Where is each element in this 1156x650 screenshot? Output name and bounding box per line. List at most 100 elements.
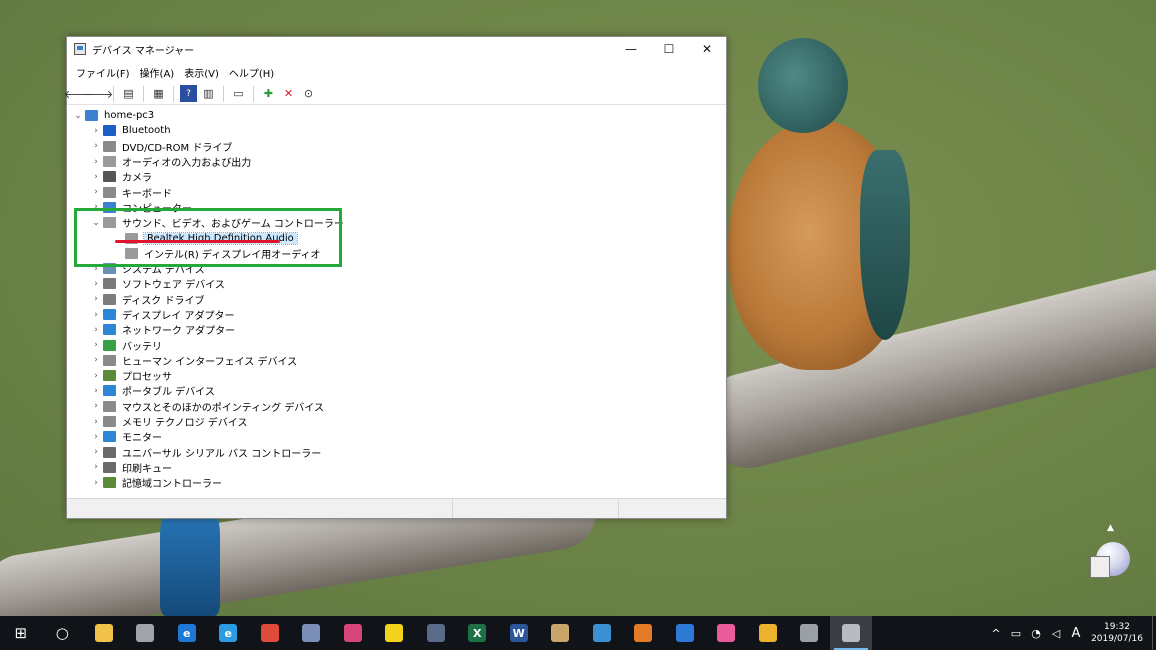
taskbar-button[interactable]: ⊞ [0,616,42,650]
tree-item[interactable]: › キーボード [67,184,726,200]
taskbar-button[interactable]: W [498,616,540,650]
taskbar-button[interactable] [830,616,872,650]
tree-item[interactable]: › 印刷キュー [67,460,726,475]
expand-arrow-icon[interactable]: › [89,478,103,488]
tree-item[interactable]: › マウスとそのほかのポインティング デバイス [67,399,726,414]
expand-arrow-icon[interactable]: › [89,172,103,182]
device-manager-icon [800,624,819,642]
toolbar-separator [173,85,174,102]
device-manager-window: デバイス マネージャー — ☐ ✕ ファイル(F) 操作(A) 表示(V) ヘル… [64,36,727,519]
tree-item[interactable]: › ディスプレイ アダプター [67,307,726,322]
control-panel-icon [592,624,611,642]
download-icon[interactable]: ⊙ [300,85,317,102]
tree-item[interactable]: › 記憶域コントローラー [67,475,726,490]
expand-arrow-icon[interactable]: › [89,187,103,197]
clock[interactable]: 19:32 2019/07/16 [1086,621,1148,645]
taskbar-button[interactable]: ○ [42,616,84,650]
show-desktop-button[interactable] [1152,616,1156,650]
expand-arrow-icon[interactable]: › [89,325,103,335]
expand-arrow-icon[interactable]: › [89,126,103,136]
taskbar-apps: ⊞ ○ e e X W [0,616,872,650]
taskbar-button[interactable] [623,616,665,650]
properties-icon[interactable]: ▤ [120,85,137,102]
tree-item[interactable]: › オーディオの入力および出力 [67,154,726,169]
tree-item-label: ディスク ドライブ [122,295,205,307]
camera-icon [103,171,116,183]
tree-item[interactable]: › ディスク ドライブ [67,292,726,307]
tree-item[interactable]: › プロセッサ [67,368,726,383]
expand-arrow-icon[interactable]: › [89,279,103,289]
tree-item[interactable]: › ユニバーサル シリアル バス コントローラー [67,445,726,460]
uninstall-icon[interactable]: ✕ [280,85,297,102]
add-driver-icon[interactable]: ✚ [260,85,277,102]
taskbar-button[interactable]: e [166,616,208,650]
edge-icon: e [177,624,196,642]
toolbar: 🡐 🡒 ▤ ▦ ? ▥ ▭ ✚ ✕ ⊙ [64,83,726,105]
taskbar-button[interactable] [83,616,125,650]
taskbar-button[interactable] [415,616,457,650]
tree-item[interactable]: › モニター [67,429,726,444]
menu-action[interactable]: 操作(A) [135,65,180,80]
highlight-box [74,208,342,267]
tree-item-label: ディスプレイ アダプター [122,311,235,322]
minimize-button[interactable]: — [612,37,650,61]
expand-arrow-icon[interactable]: › [89,141,103,151]
wifi-icon[interactable]: ◔ [1026,627,1046,640]
expand-arrow-icon[interactable]: › [89,355,103,365]
expand-arrow-icon[interactable]: › [89,401,103,411]
ime-indicator[interactable]: A [1066,626,1086,641]
expand-arrow-icon[interactable]: › [89,432,103,442]
expand-arrow-icon[interactable]: › [89,447,103,457]
details-icon[interactable]: ▥ [200,85,217,102]
expand-arrow-icon[interactable]: › [89,386,103,396]
battery-icon[interactable]: ▭ [1006,627,1026,640]
tree-item[interactable]: › バッテリ [67,337,726,353]
taskbar-button[interactable] [581,616,623,650]
monitor-scan-icon[interactable]: ▭ [230,85,247,102]
taskbar-button[interactable] [706,616,748,650]
taskbar-button[interactable] [664,616,706,650]
taskbar-button[interactable] [789,616,831,650]
tree-item[interactable]: › ヒューマン インターフェイス デバイス [67,353,726,368]
taskbar-button[interactable]: X [457,616,499,650]
expand-arrow-icon[interactable]: › [89,310,103,320]
taskbar-button[interactable] [540,616,582,650]
taskbar-button[interactable]: e [208,616,250,650]
taskbar-button[interactable] [374,616,416,650]
tree-item[interactable]: ⌄ home-pc3 [67,108,726,123]
taskbar-button[interactable] [291,616,333,650]
maximize-button[interactable]: ☐ [650,37,688,61]
taskbar-button[interactable] [747,616,789,650]
collapse-arrow-icon[interactable]: ⌄ [71,111,85,121]
desktop-shortcut-icon[interactable] [1090,538,1134,582]
volume-icon[interactable]: ◁ [1046,627,1066,640]
tray-chevron-icon[interactable]: ^ [986,627,1006,640]
menu-file[interactable]: ファイル(F) [71,65,135,80]
close-button[interactable]: ✕ [688,37,726,61]
taskbar-button[interactable] [332,616,374,650]
tree-item[interactable]: › ポータブル デバイス [67,383,726,398]
expand-arrow-icon[interactable]: › [89,371,103,381]
expand-arrow-icon[interactable]: › [89,417,103,427]
tree-item[interactable]: › DVD/CD-ROM ドライブ [67,139,726,154]
chrome-icon [260,624,279,642]
expand-arrow-icon[interactable]: › [89,157,103,167]
expand-arrow-icon[interactable]: › [89,294,103,304]
menu-view[interactable]: 表示(V) [179,65,224,80]
tree-item[interactable]: › メモリ テクノロジ デバイス [67,414,726,429]
whiteboard-icon [717,624,736,642]
view-icon[interactable]: ▦ [150,85,167,102]
tree-item[interactable]: › Bluetooth [67,123,726,138]
tree-item[interactable]: › ソフトウェア デバイス [67,276,726,291]
tree-item[interactable]: › ネットワーク アダプター [67,322,726,337]
taskbar-button[interactable] [249,616,291,650]
menu-help[interactable]: ヘルプ(H) [224,65,279,80]
tree-item[interactable]: › カメラ [67,169,726,184]
desktop-up-arrow-icon: ▲ [1107,523,1114,533]
expand-arrow-icon[interactable]: › [89,462,103,472]
forward-icon[interactable]: 🡒 [84,85,114,102]
title-bar[interactable]: デバイス マネージャー — ☐ ✕ [67,37,726,61]
help-icon[interactable]: ? [180,85,197,102]
taskbar-button[interactable] [125,616,167,650]
expand-arrow-icon[interactable]: › [89,340,103,350]
